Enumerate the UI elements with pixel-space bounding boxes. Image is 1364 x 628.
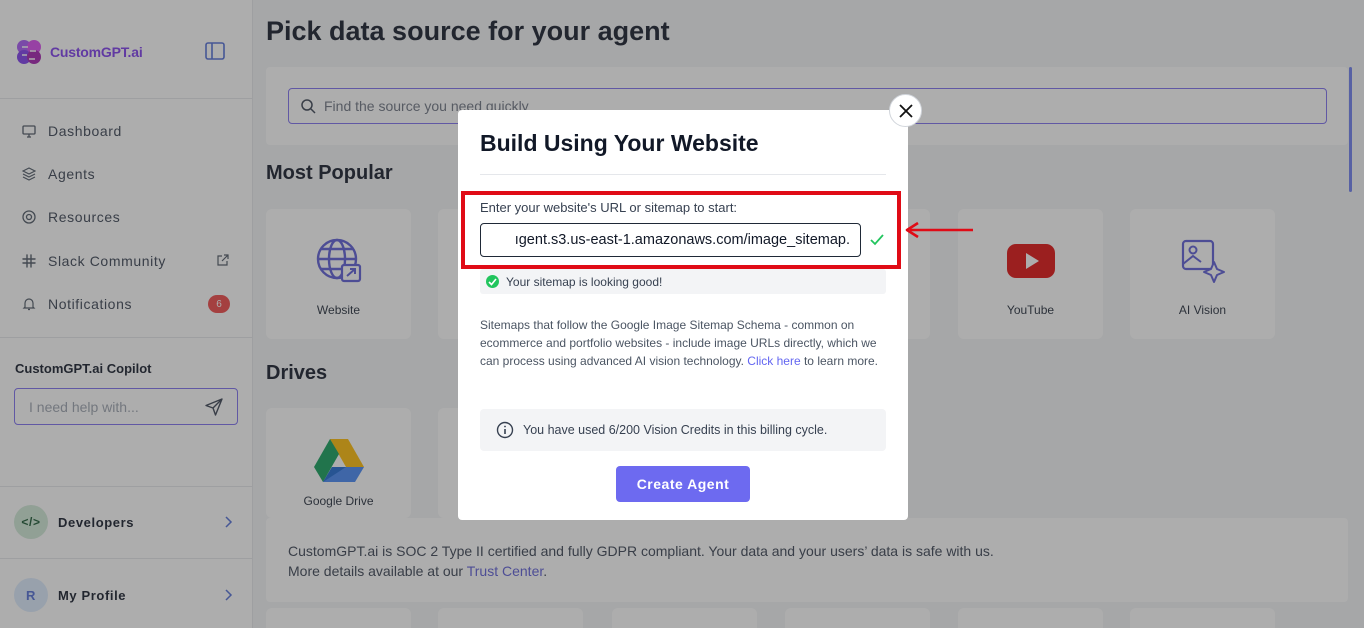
highlight-box bbox=[461, 191, 901, 269]
success-check-icon bbox=[486, 275, 499, 288]
learn-more-link[interactable]: Click here bbox=[747, 354, 800, 368]
vision-credits-info: You have used 6/200 Vision Credits in th… bbox=[480, 409, 886, 451]
sitemap-status-text: Your sitemap is looking good! bbox=[506, 274, 663, 289]
credits-text: You have used 6/200 Vision Credits in th… bbox=[523, 423, 828, 437]
info-icon bbox=[496, 421, 514, 439]
create-agent-button[interactable]: Create Agent bbox=[616, 466, 750, 502]
close-icon[interactable] bbox=[889, 94, 922, 127]
description-suffix: to learn more. bbox=[800, 354, 879, 368]
sitemap-status: Your sitemap is looking good! bbox=[480, 269, 886, 294]
modal-title: Build Using Your Website bbox=[480, 130, 759, 156]
red-arrow-icon bbox=[905, 221, 973, 239]
build-website-modal: Build Using Your Website Enter your webs… bbox=[458, 110, 908, 520]
sitemap-description: Sitemaps that follow the Google Image Si… bbox=[480, 316, 890, 370]
modal-divider bbox=[480, 174, 886, 175]
